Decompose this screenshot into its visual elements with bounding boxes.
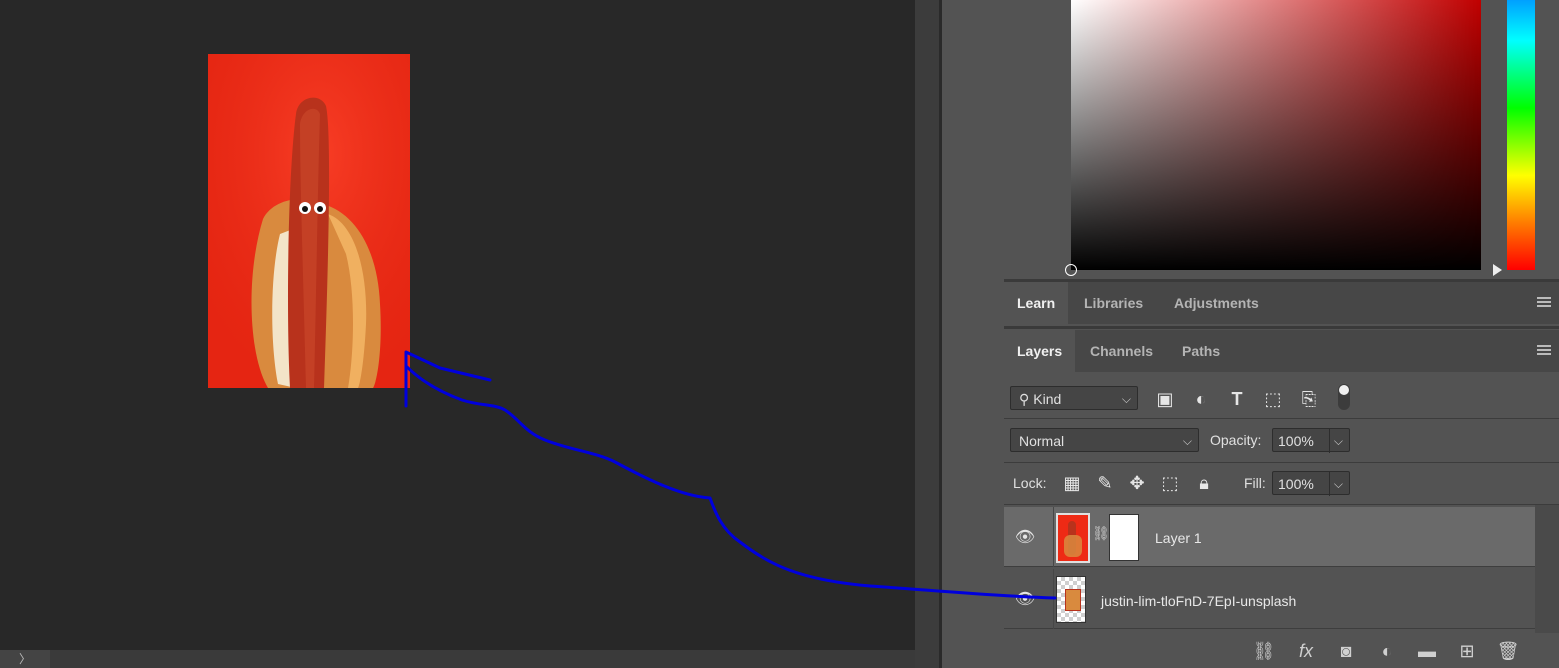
kind-label: Kind	[1033, 391, 1062, 407]
divider	[1004, 462, 1559, 463]
hotdog-photo	[208, 54, 410, 388]
delete-layer-trash-icon[interactable]: 🗑︎	[1496, 641, 1520, 662]
tab-libraries[interactable]: Libraries	[1071, 282, 1156, 324]
layer-thumbnail[interactable]	[1056, 576, 1086, 623]
panel-separator	[1004, 326, 1559, 329]
layers-tab-bar: Layers Channels Paths	[1004, 330, 1559, 372]
add-mask-icon[interactable]: ◙	[1334, 641, 1358, 662]
panel-menu-icon[interactable]	[1537, 297, 1551, 309]
chevron-down-icon: ⌵	[1182, 434, 1192, 448]
lock-artboard-icon[interactable]: ⬚	[1159, 472, 1181, 494]
lock-position-move-icon[interactable]: ✥	[1126, 472, 1148, 494]
layer-row[interactable]: 👁︎ justin-lim-tloFnD-7EpI-unsplash	[1004, 569, 1535, 629]
chevron-down-icon: ⌵	[1121, 392, 1131, 406]
image-filter-icon[interactable]: ▣	[1154, 388, 1176, 410]
color-picker-field[interactable]	[1065, 0, 1481, 276]
status-bar-expand-toggle[interactable]: 〉	[0, 650, 50, 668]
adjustment-filter-icon[interactable]: ◐	[1190, 388, 1212, 410]
tab-learn[interactable]: Learn	[1004, 282, 1069, 324]
layers-scrollbar[interactable]	[1535, 505, 1559, 633]
visibility-eye-icon[interactable]: 👁︎	[1014, 527, 1036, 546]
layers-footer: ⛓︎ fx ◙ ◐ ▬ ⊞ 🗑︎	[1004, 633, 1559, 668]
mask-link-icon[interactable]: ⛓︎	[1092, 525, 1110, 542]
fill-input[interactable]: 100% ⌵	[1272, 471, 1350, 496]
opacity-input[interactable]: 100% ⌵	[1272, 428, 1350, 453]
lock-transparency-icon[interactable]: ▦	[1061, 472, 1083, 494]
lock-label: Lock:	[1013, 475, 1047, 491]
filter-toggle-switch[interactable]	[1338, 384, 1350, 410]
layer-row[interactable]: 👁︎ ⛓︎ Layer 1	[1004, 507, 1535, 567]
tab-paths[interactable]: Paths	[1169, 330, 1233, 372]
panel-dock-strip	[942, 0, 1004, 668]
visibility-eye-icon[interactable]: 👁︎	[1014, 589, 1036, 608]
tab-adjustments[interactable]: Adjustments	[1161, 282, 1272, 324]
panel-menu-icon[interactable]	[1537, 345, 1551, 357]
layer-style-fx-icon[interactable]: fx	[1294, 641, 1318, 662]
learn-tab-bar: Learn Libraries Adjustments	[1004, 282, 1559, 324]
layer-thumbnail[interactable]	[1056, 513, 1090, 563]
tab-layers[interactable]: Layers	[1004, 330, 1076, 372]
opacity-value: 100%	[1278, 433, 1314, 449]
hue-slider[interactable]	[1507, 0, 1535, 270]
divider	[1053, 569, 1054, 629]
canvas-vertical-scrollbar[interactable]	[915, 0, 939, 668]
blend-mode-value: Normal	[1019, 433, 1065, 449]
opacity-label: Opacity:	[1210, 432, 1262, 448]
layer-filter-kind-dropdown[interactable]: ⚲ Kind ⌵	[1010, 386, 1138, 410]
blend-mode-dropdown[interactable]: Normal ⌵	[1010, 428, 1199, 452]
new-layer-icon[interactable]: ⊞	[1455, 641, 1479, 662]
divider	[1004, 418, 1559, 419]
smart-object-filter-icon[interactable]: ⎘	[1298, 388, 1320, 410]
layer-mask-thumbnail[interactable]	[1109, 514, 1139, 561]
search-icon: ⚲	[1019, 391, 1030, 407]
tab-channels[interactable]: Channels	[1077, 330, 1166, 372]
divider	[1053, 507, 1054, 567]
shape-filter-icon[interactable]: ⬚	[1262, 388, 1284, 410]
link-layers-icon[interactable]: ⛓︎	[1252, 641, 1276, 662]
canvas-status-bar: 〉	[0, 650, 915, 668]
layer-name[interactable]: justin-lim-tloFnD-7EpI-unsplash	[1101, 593, 1296, 609]
chevron-down-icon[interactable]: ⌵	[1328, 472, 1343, 496]
new-group-folder-icon[interactable]: ▬	[1415, 641, 1439, 662]
fill-label: Fill:	[1244, 475, 1266, 491]
lock-all-icon[interactable]: 🔒︎	[1193, 472, 1215, 494]
lock-pixels-brush-icon[interactable]: ✎	[1094, 472, 1116, 494]
fill-value: 100%	[1278, 476, 1314, 492]
hue-slider-handle[interactable]	[1493, 264, 1502, 276]
document-canvas[interactable]	[0, 0, 915, 650]
divider	[1004, 504, 1559, 505]
new-adjustment-layer-icon[interactable]: ◐	[1375, 641, 1399, 662]
layer-name[interactable]: Layer 1	[1155, 530, 1202, 546]
color-picker-marker[interactable]	[1065, 264, 1077, 276]
chevron-down-icon[interactable]: ⌵	[1328, 429, 1343, 453]
type-filter-icon[interactable]: T	[1226, 388, 1248, 410]
